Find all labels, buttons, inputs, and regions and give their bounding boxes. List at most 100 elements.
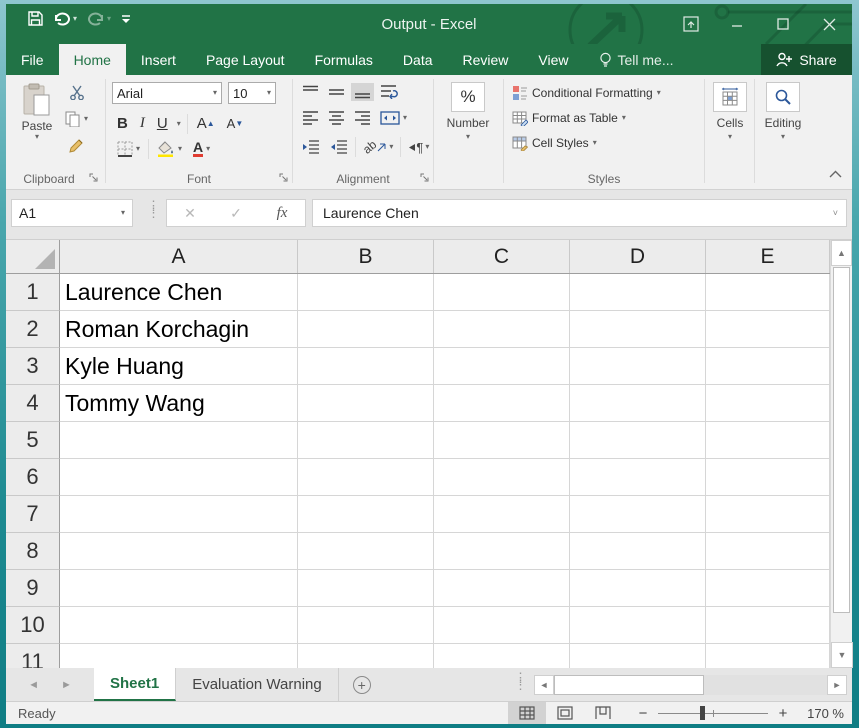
horizontal-scrollbar-thumb[interactable] [554, 675, 704, 695]
cell-D7[interactable] [570, 496, 706, 533]
cell-E5[interactable] [706, 422, 830, 459]
cells-button[interactable]: Cells ▾ [708, 82, 752, 141]
cell-A2[interactable]: Roman Korchagin [60, 311, 298, 348]
cell-A4[interactable]: Tommy Wang [60, 385, 298, 422]
cell-A8[interactable] [60, 533, 298, 570]
cells-dropdown-icon[interactable]: ▾ [728, 133, 732, 141]
text-direction-icon[interactable]: ¶ ▾ [405, 138, 432, 157]
cell-A5[interactable] [60, 422, 298, 459]
font-color-icon[interactable]: A ▾ [190, 140, 213, 159]
row-header-9[interactable]: 9 [6, 570, 60, 607]
undo-button[interactable]: ▾ [53, 12, 77, 26]
cell-C11[interactable] [434, 644, 570, 668]
conditional-formatting-button[interactable]: Conditional Formatting▾ [512, 80, 661, 105]
minimize-icon[interactable] [714, 4, 760, 44]
cell-E11[interactable] [706, 644, 830, 668]
previous-sheet-icon[interactable]: ◄ [28, 679, 39, 691]
decrease-font-size-icon[interactable]: A▼ [224, 114, 247, 133]
row-header-1[interactable]: 1 [6, 274, 60, 311]
cell-D2[interactable] [570, 311, 706, 348]
zoom-slider[interactable] [658, 706, 768, 720]
zoom-level-label[interactable]: 170 % [798, 706, 844, 721]
cell-B4[interactable] [298, 385, 434, 422]
sheet-tab-sheet1[interactable]: Sheet1 [94, 668, 176, 701]
cell-D9[interactable] [570, 570, 706, 607]
name-box-dropdown-icon[interactable]: ▾ [121, 209, 125, 217]
cell-C7[interactable] [434, 496, 570, 533]
formula-bar-expand-icon[interactable]: ˅ [833, 208, 838, 218]
cell-D11[interactable] [570, 644, 706, 668]
cell-B10[interactable] [298, 607, 434, 644]
cell-C2[interactable] [434, 311, 570, 348]
wrap-text-icon[interactable] [377, 82, 401, 101]
cell-styles-button[interactable]: Cell Styles▾ [512, 130, 661, 155]
scroll-down-icon[interactable]: ▼ [831, 642, 853, 668]
underline-dropdown-icon[interactable]: ▾ [177, 120, 181, 128]
borders-icon[interactable]: ▾ [114, 139, 143, 159]
cell-C3[interactable] [434, 348, 570, 385]
cell-A6[interactable] [60, 459, 298, 496]
share-button[interactable]: Share [761, 44, 852, 75]
tab-formulas[interactable]: Formulas [300, 44, 388, 75]
cell-C8[interactable] [434, 533, 570, 570]
align-left-icon[interactable] [299, 109, 322, 127]
scroll-up-icon[interactable]: ▲ [831, 240, 852, 266]
cell-C6[interactable] [434, 459, 570, 496]
row-header-8[interactable]: 8 [6, 533, 60, 570]
cell-D5[interactable] [570, 422, 706, 459]
cell-D3[interactable] [570, 348, 706, 385]
cell-C9[interactable] [434, 570, 570, 607]
editing-dropdown-icon[interactable]: ▾ [781, 133, 785, 141]
decrease-indent-icon[interactable] [299, 138, 323, 156]
zoom-slider-thumb[interactable] [700, 706, 705, 720]
tab-view[interactable]: View [523, 44, 583, 75]
increase-indent-icon[interactable] [327, 138, 351, 156]
scroll-right-icon[interactable]: ► [827, 675, 847, 695]
align-center-icon[interactable] [325, 109, 348, 127]
cell-A1[interactable]: Laurence Chen [60, 274, 298, 311]
collapse-ribbon-icon[interactable] [829, 167, 842, 181]
scroll-left-icon[interactable]: ◄ [534, 675, 554, 695]
close-icon[interactable] [806, 4, 852, 44]
cell-E3[interactable] [706, 348, 830, 385]
column-header-C[interactable]: C [434, 240, 570, 273]
row-header-3[interactable]: 3 [6, 348, 60, 385]
cell-E1[interactable] [706, 274, 830, 311]
font-name-select[interactable]: Arial ▾ [112, 82, 222, 104]
copy-icon[interactable]: ▾ [62, 109, 91, 129]
cell-E2[interactable] [706, 311, 830, 348]
cell-E8[interactable] [706, 533, 830, 570]
ribbon-display-options-icon[interactable] [668, 4, 714, 44]
row-header-11[interactable]: 11 [6, 644, 60, 668]
cut-icon[interactable] [62, 83, 91, 102]
underline-button[interactable]: U [154, 113, 171, 134]
alignment-dialog-launcher-icon[interactable] [420, 172, 430, 186]
cell-A9[interactable] [60, 570, 298, 607]
cell-E6[interactable] [706, 459, 830, 496]
horizontal-scrollbar-track[interactable] [554, 675, 827, 695]
tab-home[interactable]: Home [59, 44, 126, 75]
cell-B11[interactable] [298, 644, 434, 668]
orientation-icon[interactable]: ab ▾ [360, 138, 396, 156]
paste-button[interactable]: Paste ▾ [16, 83, 58, 141]
cell-A10[interactable] [60, 607, 298, 644]
tab-data[interactable]: Data [388, 44, 448, 75]
cell-D4[interactable] [570, 385, 706, 422]
next-sheet-icon[interactable]: ► [61, 679, 72, 691]
row-header-5[interactable]: 5 [6, 422, 60, 459]
page-break-preview-button[interactable] [584, 702, 622, 724]
bold-button[interactable]: B [114, 113, 131, 134]
cell-D6[interactable] [570, 459, 706, 496]
cell-B7[interactable] [298, 496, 434, 533]
cell-D8[interactable] [570, 533, 706, 570]
column-header-D[interactable]: D [570, 240, 706, 273]
row-header-10[interactable]: 10 [6, 607, 60, 644]
cancel-entry-icon[interactable]: ✕ [175, 205, 205, 222]
italic-button[interactable]: I [137, 113, 148, 134]
cell-C10[interactable] [434, 607, 570, 644]
editing-button[interactable]: Editing ▾ [759, 82, 807, 141]
cell-D10[interactable] [570, 607, 706, 644]
select-all-button[interactable] [6, 240, 60, 273]
paste-dropdown-icon[interactable]: ▾ [35, 133, 39, 141]
cell-C5[interactable] [434, 422, 570, 459]
